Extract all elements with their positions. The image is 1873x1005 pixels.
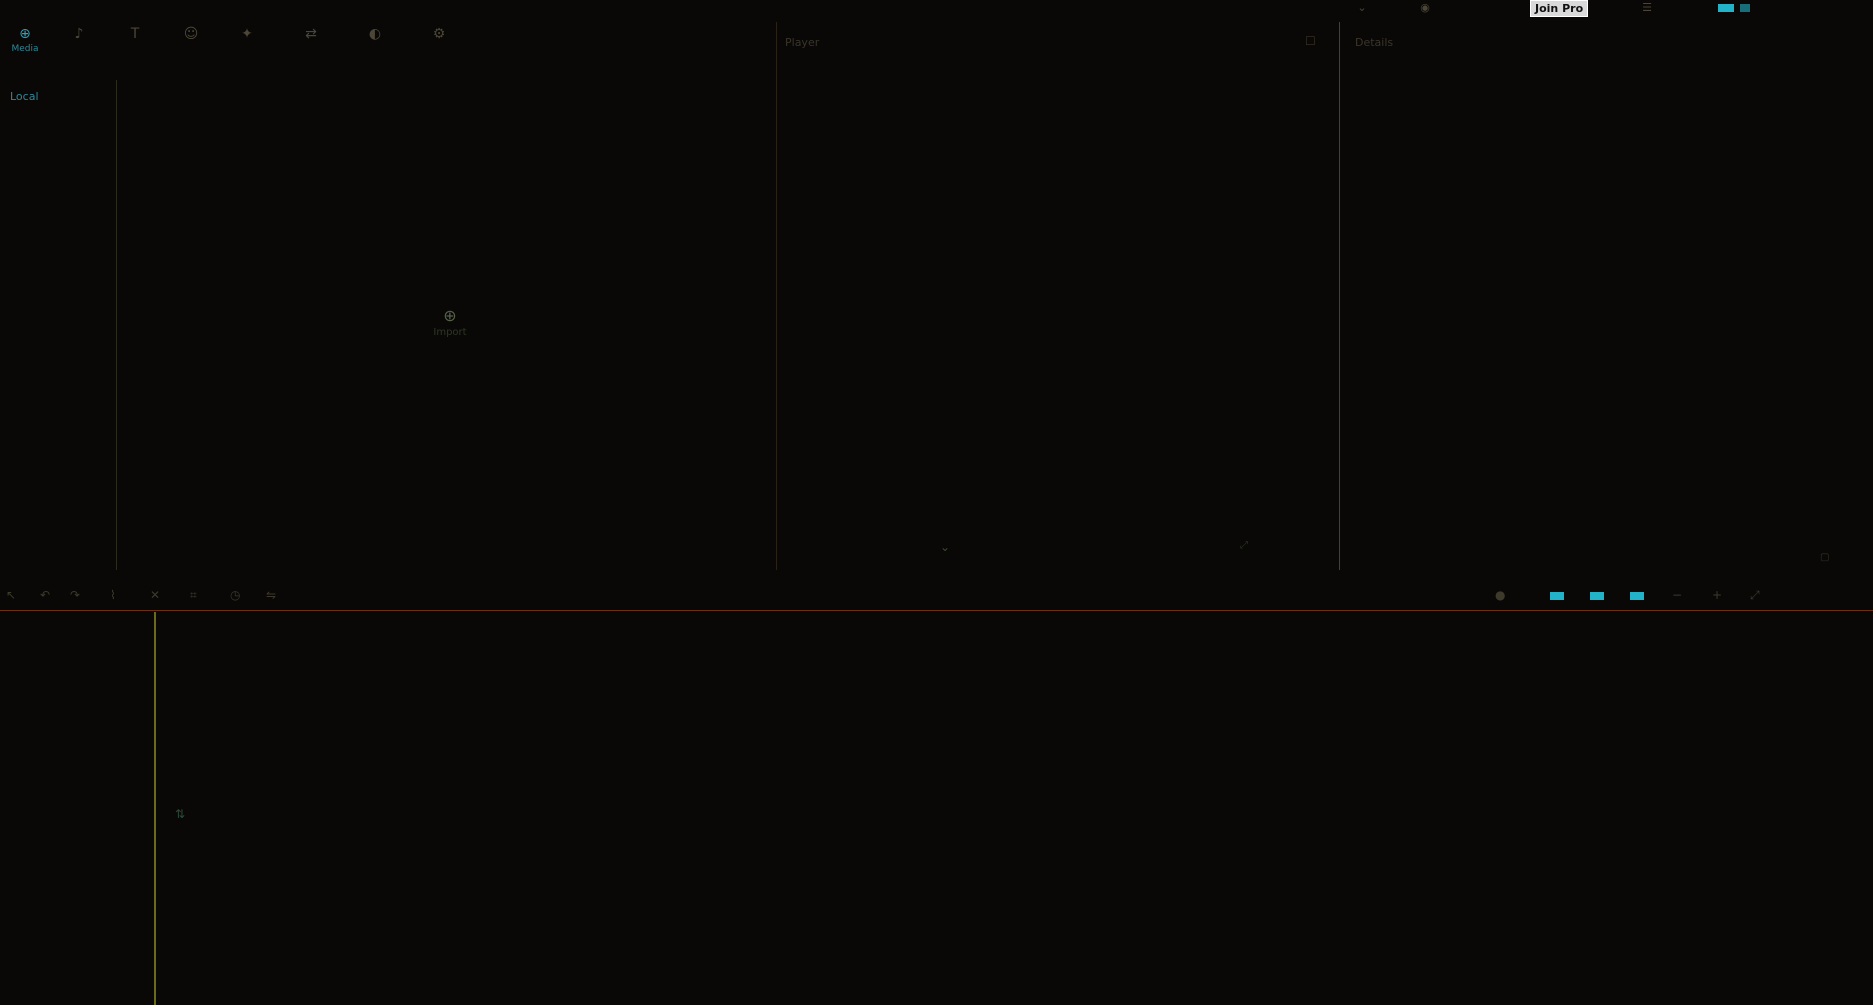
zoom-out-icon[interactable]: − (1672, 588, 1682, 602)
audio-icon: ♪ (74, 26, 84, 42)
media-import-area[interactable]: ⊕ Import (340, 306, 560, 338)
crop-icon[interactable]: ⌗ (190, 588, 197, 603)
select-icon[interactable]: ↖ (6, 588, 16, 602)
play-icon[interactable]: ⌄ (940, 540, 950, 554)
transitions-icon: ⇄ (305, 26, 317, 42)
filters-icon: ◐ (368, 26, 382, 42)
tab-effects[interactable]: ✦ (222, 22, 272, 66)
feedback-icon[interactable]: ☰ (1640, 2, 1654, 14)
tab-text[interactable]: T (110, 22, 160, 66)
undo-icon[interactable]: ↶ (40, 588, 50, 602)
stickers-icon: ☺ (183, 26, 199, 42)
tab-audio[interactable]: ♪ (54, 22, 104, 66)
fit-icon[interactable]: ⤢ (1750, 588, 1760, 603)
sidebar-item-local[interactable]: Local (10, 90, 39, 103)
account-icon[interactable]: ◉ (1418, 2, 1432, 14)
redo-icon[interactable]: ↷ (70, 588, 80, 602)
zoom-in-icon[interactable]: + (1712, 588, 1722, 602)
effects-icon: ✦ (241, 26, 253, 42)
player-panel (776, 22, 1340, 570)
tab-adjust[interactable]: ⚙ (414, 22, 464, 66)
preview-toggle[interactable] (1630, 592, 1644, 600)
media-sidebar: Local (0, 80, 117, 570)
fullscreen-icon[interactable]: ⤢ (1240, 540, 1248, 551)
toolbar: ⊕ Media ♪ T ☺ ✦ ⇄ ◐ ⚙ (0, 22, 480, 66)
delete-icon[interactable]: ✕ (150, 588, 160, 602)
tab-stickers[interactable]: ☺ (166, 22, 216, 66)
mirror-icon[interactable]: ⇋ (266, 588, 276, 602)
drag-hint-icon: ⇅ (175, 807, 186, 821)
import-label: Import (433, 327, 467, 338)
media-icon: ⊕ (19, 26, 31, 42)
text-icon: T (130, 26, 140, 42)
modify-button[interactable]: ▢ (1820, 552, 1829, 563)
timeline-toolbar: ↖ ↶ ↷ ⌇ ✕ ⌗ ◷ ⇋ ● − + ⤢ (0, 584, 1873, 611)
playhead[interactable] (154, 612, 156, 1005)
import-icon: ⊕ (443, 306, 457, 325)
tab-transitions[interactable]: ⇄ (286, 22, 336, 66)
join-pro-button[interactable]: Join Pro (1530, 0, 1589, 17)
tab-filters[interactable]: ◐ (350, 22, 400, 66)
title-bar (0, 0, 1873, 20)
details-panel (1340, 22, 1873, 570)
split-icon[interactable]: ⌇ (110, 588, 116, 602)
adjust-icon: ⚙ (432, 26, 446, 42)
player-title: Player (785, 36, 820, 49)
menu-icon[interactable]: ☐ (1305, 34, 1316, 48)
snap-toggle[interactable] (1550, 592, 1564, 600)
speed-icon[interactable]: ◷ (230, 588, 240, 602)
tab-media[interactable]: ⊕ Media (0, 22, 50, 66)
record-icon[interactable]: ● (1495, 588, 1505, 602)
details-title: Details (1355, 36, 1394, 49)
timeline-area[interactable] (0, 612, 1873, 1005)
export-button[interactable] (1718, 4, 1758, 12)
link-toggle[interactable] (1590, 592, 1604, 600)
chevron-down-icon[interactable]: ⌄ (1355, 2, 1369, 14)
